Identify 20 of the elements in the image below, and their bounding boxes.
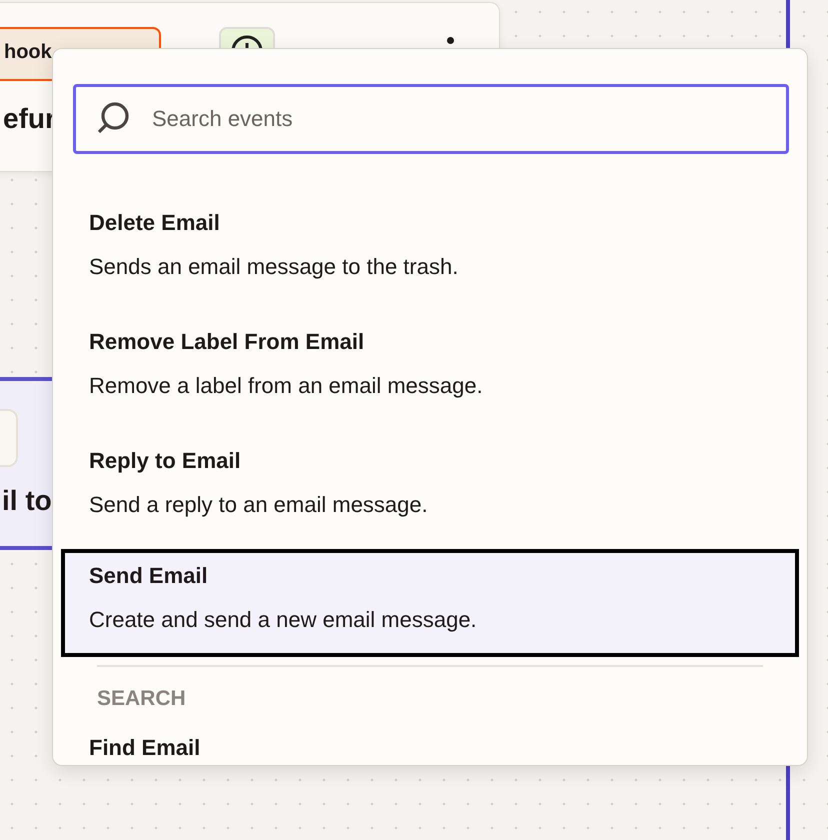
event-description: Create and send a new email message. [89,607,478,633]
event-description: Sends an email message to the trash. [89,254,460,280]
event-title: Remove Label From Email [89,329,366,355]
event-option[interactable]: Reply to Email Send a reply to an email message. [61,430,799,549]
event-option[interactable]: Remove Label From Email Remove a label from an email message. [61,311,799,430]
search-field[interactable]: Search events [73,84,789,154]
event-option[interactable]: Delete Email Sends an email message to the trash. [61,192,799,311]
event-title: Delete Email [89,210,221,236]
step-title: efur [3,103,56,135]
event-description: Remove a label from an email message. [89,373,484,399]
search-input[interactable]: Search events [150,105,770,133]
more-icon[interactable] [447,37,454,44]
event-description: Send a reply to an email message. [89,492,429,518]
event-title: Send Email [89,563,209,589]
step-title: il to [2,485,52,517]
event-option[interactable]: Find Email [61,711,799,765]
section-header: SEARCH [97,687,187,711]
event-title: Reply to Email [89,448,242,474]
event-option[interactable]: Send Email Create and send a new email message. [61,549,799,657]
event-title: Find Email [89,735,202,761]
